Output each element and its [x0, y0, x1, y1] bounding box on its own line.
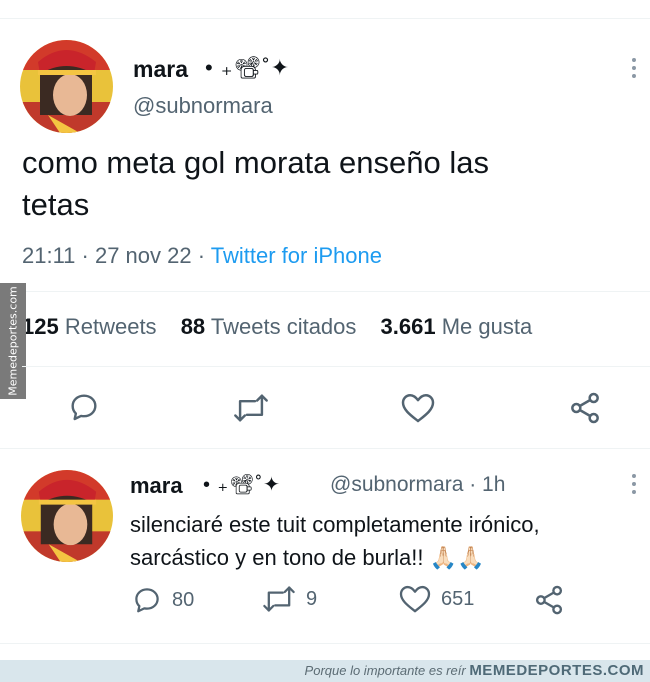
timestamp[interactable]: 21:11 · 27 nov 22 · [22, 243, 205, 268]
footer-watermark-text: Porque lo importante es reír MEMEDEPORTE… [305, 662, 644, 679]
tweet-text-line: como meta gol morata enseño las [22, 145, 489, 180]
display-name[interactable]: mara [130, 473, 183, 499]
retweet-icon [234, 394, 268, 422]
share-button[interactable] [534, 585, 574, 615]
like-count: 651 [441, 587, 475, 610]
side-watermark: Memedeportes.com [0, 283, 26, 399]
likes-label[interactable]: Me gusta [442, 314, 533, 339]
reply-icon [71, 394, 97, 421]
top-divider [0, 18, 650, 19]
user-handle[interactable]: @subnormara · 1h [330, 473, 505, 497]
reply-tweet-text: silenciaré este tuit completamente iróni… [130, 508, 635, 574]
footer-brand: MEMEDEPORTES.COM [469, 662, 644, 679]
side-watermark-text: Memedeportes.com [6, 286, 20, 396]
share-button[interactable] [568, 392, 602, 424]
share-icon [571, 392, 599, 424]
avatar[interactable] [20, 40, 113, 133]
like-icon [401, 393, 435, 423]
display-name[interactable]: mara [133, 56, 188, 83]
avatar[interactable] [21, 470, 113, 562]
retweet-button[interactable]: 9 [262, 585, 317, 613]
quotes-count[interactable]: 88 [181, 314, 205, 339]
footer-slogan: Porque lo importante es reír [304, 663, 466, 678]
likes-count[interactable]: 3.661 [381, 314, 436, 339]
more-icon[interactable] [632, 58, 638, 82]
more-icon[interactable] [632, 474, 638, 498]
quotes-label[interactable]: Tweets citados [211, 314, 357, 339]
footer-watermark: Porque lo importante es reír MEMEDEPORTE… [0, 660, 650, 682]
share-icon [535, 585, 563, 615]
tweet-text-line: sarcástico y en tono de burla!! 🙏🏻🙏🏻 [130, 545, 485, 570]
source-link[interactable]: Twitter for iPhone [211, 243, 382, 268]
user-handle[interactable]: @subnormara [133, 93, 273, 119]
retweet-button[interactable] [233, 393, 269, 423]
tweet-meta: 21:11 · 27 nov 22 · Twitter for iPhone [22, 243, 382, 269]
retweets-count[interactable]: 125 [22, 314, 59, 339]
reply-icon [135, 588, 159, 613]
retweet-count: 9 [306, 587, 318, 610]
reply-count: 80 [172, 588, 195, 611]
divider [22, 366, 650, 367]
tweet-text: como meta gol morata enseño las tetas [22, 142, 622, 226]
reply-button[interactable] [68, 391, 100, 423]
tweet-text-line: tetas [22, 187, 90, 222]
engagement-stats: 125 Retweets 88 Tweets citados 3.661 Me … [22, 314, 532, 340]
divider [0, 643, 650, 644]
divider [22, 291, 650, 292]
name-decoration: • ₊📽˚✦ [205, 55, 291, 80]
divider [0, 448, 650, 449]
retweet-icon [263, 586, 295, 612]
like-button[interactable]: 651 [399, 585, 474, 613]
tweet-text-line: silenciaré este tuit completamente iróni… [130, 512, 540, 537]
retweets-label[interactable]: Retweets [65, 314, 157, 339]
name-decoration: • ₊📽˚✦ [203, 474, 281, 496]
reply-button[interactable]: 80 [132, 585, 194, 615]
like-button[interactable] [401, 393, 435, 423]
like-icon [399, 585, 431, 613]
